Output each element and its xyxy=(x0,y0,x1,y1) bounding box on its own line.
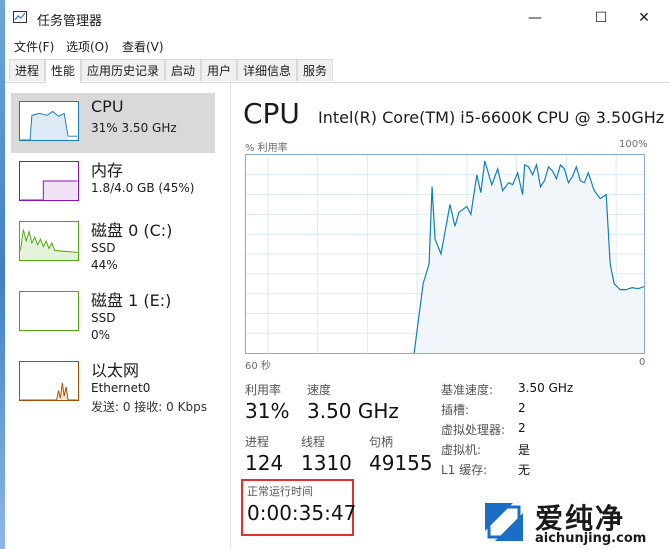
resource-sidebar: CPU 31% 3.50 GHz 内存 1.8/4.0 GB (45%) 磁盘 … xyxy=(5,83,231,549)
graph-label-max: 100% xyxy=(619,139,648,150)
memory-thumbnail xyxy=(19,161,79,201)
detail-sockets-value: 2 xyxy=(518,401,526,415)
cpu-model: Intel(R) Core(TM) i5-6600K CPU @ 3.50GHz xyxy=(318,108,665,127)
sidebar-disk1-type: SSD xyxy=(91,311,116,325)
tab-users[interactable]: 用户 xyxy=(201,59,237,81)
sidebar-memory-sub: 1.8/4.0 GB (45%) xyxy=(91,181,195,195)
graph-label-utilization: % 利用率 xyxy=(245,143,288,154)
disk0-thumbnail xyxy=(19,221,79,261)
stat-utilization-label: 利用率 xyxy=(245,383,282,397)
tab-app-history[interactable]: 应用历史记录 xyxy=(81,59,165,81)
cpu-detail-pane: CPU Intel(R) Core(TM) i5-6600K CPU @ 3.5… xyxy=(231,83,670,549)
tab-details[interactable]: 详细信息 xyxy=(237,59,297,81)
detail-vprocs-value: 2 xyxy=(518,421,526,435)
stat-utilization-value: 31% xyxy=(245,399,290,423)
sidebar-ethernet-adapter: Ethernet0 xyxy=(91,381,151,395)
graph-axis-right: 0 xyxy=(639,357,646,368)
menu-bar: 文件(F) 选项(O) 查看(V) xyxy=(5,36,670,56)
sidebar-disk0-type: SSD xyxy=(91,241,116,255)
sidebar-disk0-usage: 44% xyxy=(91,258,118,272)
detail-vprocs-label: 虚拟处理器: xyxy=(441,423,506,437)
cpu-usage-graph xyxy=(245,154,645,354)
stat-speed-label: 速度 xyxy=(307,383,332,397)
tab-startup[interactable]: 启动 xyxy=(165,59,201,81)
maximize-button[interactable]: ☐ xyxy=(579,4,623,32)
menu-view[interactable]: 查看(V) xyxy=(122,38,164,55)
window-title: 任务管理器 xyxy=(37,14,103,29)
site-watermark: 爱纯净 aichunjing.com xyxy=(481,497,670,549)
minimize-button[interactable]: — xyxy=(513,4,557,32)
page-title: CPU xyxy=(243,97,300,130)
detail-l1-value: 无 xyxy=(518,463,531,477)
detail-base-speed-value: 3.50 GHz xyxy=(518,381,574,395)
stat-processes-label: 进程 xyxy=(245,435,270,449)
sidebar-item-cpu[interactable]: CPU 31% 3.50 GHz xyxy=(11,93,215,153)
sidebar-disk1-usage: 0% xyxy=(91,328,111,342)
task-manager-icon xyxy=(13,11,27,23)
ethernet-thumbnail xyxy=(19,361,79,401)
tab-processes[interactable]: 进程 xyxy=(9,59,45,81)
sidebar-item-disk0[interactable]: 磁盘 0 (C:) SSD 44% xyxy=(11,213,215,273)
sidebar-disk0-title: 磁盘 0 (C:) xyxy=(91,221,173,240)
sidebar-disk1-title: 磁盘 1 (E:) xyxy=(91,291,172,310)
detail-base-speed-label: 基准速度: xyxy=(441,383,494,397)
stat-speed-value: 3.50 GHz xyxy=(307,399,399,423)
tab-performance[interactable]: 性能 xyxy=(45,59,81,83)
watermark-logo-icon xyxy=(485,503,523,541)
menu-options[interactable]: 选项(O) xyxy=(66,38,109,55)
stat-processes-value: 124 xyxy=(245,451,284,475)
stat-handles-value: 49155 xyxy=(369,451,433,475)
detail-sockets-label: 插槽: xyxy=(441,403,470,417)
title-bar[interactable]: 任务管理器 — ☐ ✕ xyxy=(5,0,670,36)
uptime-highlight: 正常运行时间 0:00:35:47 xyxy=(241,479,357,536)
detail-vm-value: 是 xyxy=(518,443,531,457)
disk1-thumbnail xyxy=(19,291,79,331)
detail-l1-label: L1 缓存: xyxy=(441,463,488,477)
graph-axis-left: 60 秒 xyxy=(245,361,271,372)
menu-file[interactable]: 文件(F) xyxy=(14,38,54,55)
close-button[interactable]: ✕ xyxy=(622,4,666,32)
sidebar-cpu-title: CPU xyxy=(91,97,124,116)
stat-threads-value: 1310 xyxy=(301,451,352,475)
watermark-url: aichunjing.com xyxy=(535,531,647,546)
cpu-thumbnail xyxy=(19,101,79,141)
sidebar-item-memory[interactable]: 内存 1.8/4.0 GB (45%) xyxy=(11,153,215,213)
stat-threads-label: 线程 xyxy=(301,435,326,449)
sidebar-item-ethernet[interactable]: 以太网 Ethernet0 发送: 0 接收: 0 Kbps xyxy=(11,353,215,414)
stat-uptime-label: 正常运行时间 xyxy=(247,485,313,498)
sidebar-memory-title: 内存 xyxy=(91,161,124,180)
detail-vm-label: 虚拟机: xyxy=(441,443,482,457)
stat-uptime-value: 0:00:35:47 xyxy=(247,501,357,525)
sidebar-cpu-sub: 31% 3.50 GHz xyxy=(91,121,177,135)
tab-services[interactable]: 服务 xyxy=(297,59,333,81)
stat-handles-label: 句柄 xyxy=(369,435,394,449)
tab-bar: 进程 性能 应用历史记录 启动 用户 详细信息 服务 xyxy=(5,58,670,83)
sidebar-ethernet-title: 以太网 xyxy=(91,361,140,380)
sidebar-item-disk1[interactable]: 磁盘 1 (E:) SSD 0% xyxy=(11,283,215,343)
sidebar-ethernet-throughput: 发送: 0 接收: 0 Kbps xyxy=(91,400,207,414)
